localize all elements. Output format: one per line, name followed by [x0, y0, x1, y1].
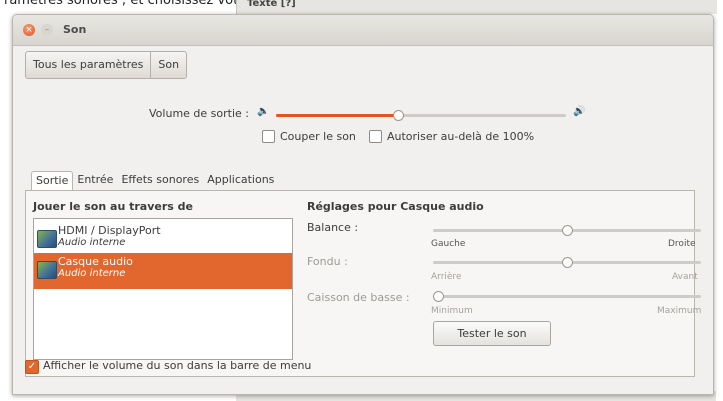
background-tab-label: Texte [?]	[247, 0, 296, 9]
subwoofer-knob[interactable]	[433, 291, 444, 302]
background-tab: Texte [?]	[236, 0, 717, 14]
subwoofer-left-label: Minimum	[431, 306, 473, 316]
mute-label: Couper le son	[280, 130, 356, 143]
tab-strip: Sortie Entrée Effets sonores Application…	[31, 171, 278, 190]
device-subtitle: Audio interne	[58, 268, 126, 279]
breadcrumb: Tous les paramètres Son	[25, 51, 188, 79]
fade-knob[interactable]	[562, 257, 573, 268]
close-icon[interactable]: ×	[23, 24, 35, 36]
window-title: Son	[63, 23, 87, 36]
background-page: ramètres sonores ; et choisissez votre s…	[0, 0, 723, 14]
output-volume-slider[interactable]	[276, 110, 566, 121]
output-volume-label: Volume de sortie :	[149, 107, 249, 120]
sound-crumb-button[interactable]: Son	[150, 52, 186, 78]
fade-label: Fondu :	[307, 255, 348, 268]
output-list-title: Jouer le son au travers de	[33, 200, 193, 213]
menu-volume-checkbox[interactable]: ✓	[25, 360, 39, 374]
fade-right-label: Avant	[672, 272, 698, 282]
balance-right-label: Droite	[668, 239, 696, 249]
device-headphones[interactable]: Casque audio Audio interne	[34, 253, 292, 289]
amplify-row[interactable]: Autoriser au-delà de 100%	[369, 130, 534, 143]
tab-input[interactable]: Entrée	[73, 171, 117, 190]
device-name: Casque audio	[58, 255, 133, 268]
subwoofer-label: Caisson de basse :	[307, 291, 410, 304]
settings-title: Réglages pour Casque audio	[307, 200, 484, 213]
tab-applications[interactable]: Applications	[203, 171, 278, 190]
fade-left-label: Arrière	[431, 272, 462, 282]
title-bar: × – Son	[13, 15, 713, 46]
tab-sound-effects[interactable]: Effets sonores	[117, 171, 203, 190]
all-settings-button[interactable]: Tous les paramètres	[26, 52, 150, 78]
output-device-list: HDMI / DisplayPort Audio interne Casque …	[33, 218, 293, 360]
amplify-checkbox[interactable]	[369, 130, 382, 143]
fade-slider[interactable]	[433, 257, 701, 268]
balance-slider[interactable]	[433, 225, 701, 236]
minimize-icon[interactable]: –	[41, 24, 53, 36]
speaker-high-icon: 🔊	[573, 106, 586, 117]
sound-card-icon	[37, 261, 57, 279]
amplify-label: Autoriser au-delà de 100%	[387, 130, 535, 143]
sound-settings-window: × – Son Tous les paramètres Son Volume d…	[12, 14, 714, 395]
output-volume-knob[interactable]	[392, 110, 404, 121]
test-sound-button[interactable]: Tester le son	[433, 321, 551, 346]
speaker-low-icon: 🔈	[257, 106, 270, 117]
subwoofer-slider[interactable]	[433, 291, 701, 302]
balance-label: Balance :	[307, 221, 359, 234]
balance-knob[interactable]	[562, 225, 573, 236]
output-volume-fill	[276, 114, 398, 117]
device-name: HDMI / DisplayPort	[58, 224, 161, 237]
mute-checkbox[interactable]	[262, 130, 275, 143]
balance-left-label: Gauche	[431, 239, 466, 249]
sound-card-icon	[37, 230, 57, 248]
mute-row[interactable]: Couper le son	[262, 130, 356, 143]
device-subtitle: Audio interne	[58, 237, 126, 248]
menu-volume-label: Afficher le volume du son dans la barre …	[43, 359, 312, 372]
tab-output[interactable]: Sortie	[31, 171, 74, 190]
subwoofer-right-label: Maximum	[657, 306, 702, 316]
